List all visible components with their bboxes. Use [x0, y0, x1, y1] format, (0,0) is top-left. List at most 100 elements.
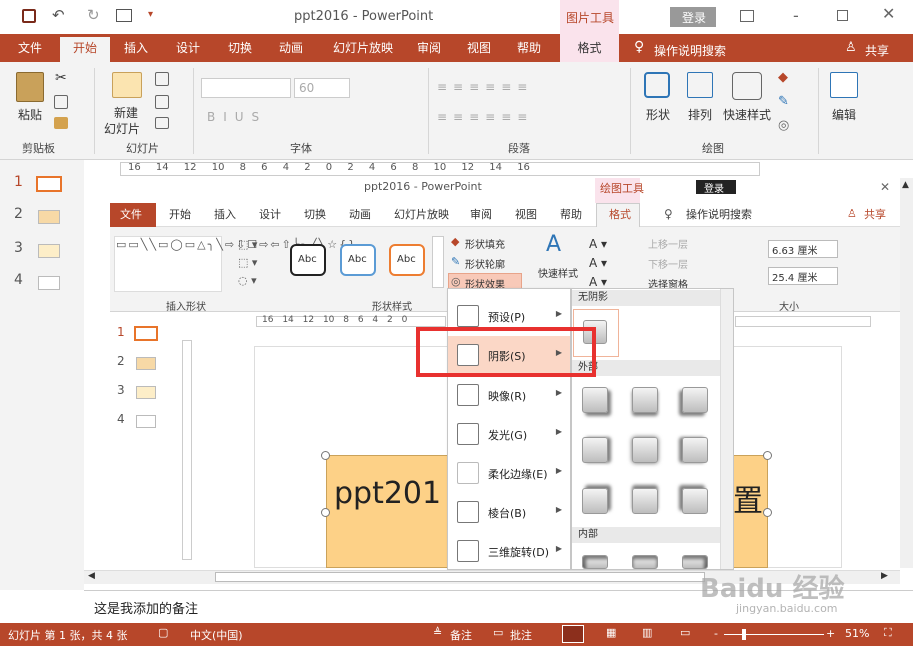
text-color-icons[interactable]: A ▾ A ▾ A ▾	[589, 235, 607, 292]
new-slide-label-2[interactable]: 幻灯片	[104, 120, 140, 137]
zoom-slider-thumb[interactable]	[742, 629, 746, 640]
inner-tab-help[interactable]: 帮助	[560, 203, 582, 227]
inner-thumb-3[interactable]	[136, 386, 156, 399]
shape-outline-icon[interactable]: ✎	[451, 255, 460, 268]
menu-item-soft-edges[interactable]: 柔化边缘(E) ▶	[448, 454, 570, 491]
tab-home[interactable]: 开始	[60, 34, 110, 62]
language[interactable]: 中文(中国)	[190, 627, 243, 643]
sorter-view-icon[interactable]: ▦	[606, 626, 616, 639]
shape-effects-icon[interactable]: ◎	[451, 275, 461, 288]
inner-share-icon[interactable]: ♙	[847, 207, 857, 220]
menu-item-glow[interactable]: 发光(G) ▶	[448, 415, 570, 452]
share-button[interactable]: 共享	[865, 42, 889, 59]
tab-help[interactable]: 帮助	[506, 34, 552, 62]
outer-shadow-4[interactable]	[582, 437, 608, 463]
font-format-icons[interactable]: BIUS	[207, 110, 267, 124]
zoom-slider[interactable]	[724, 634, 824, 635]
scroll-right-arrow[interactable]: ▶	[881, 571, 888, 581]
scroll-left-arrow[interactable]: ◀	[88, 571, 95, 581]
new-slide-icon[interactable]	[112, 72, 142, 98]
tab-file[interactable]: 文件	[0, 34, 60, 62]
outer-shadow-5[interactable]	[632, 437, 658, 463]
ribbon-display-icon[interactable]	[740, 10, 754, 22]
arrange-icon[interactable]	[687, 72, 713, 98]
resize-handle[interactable]	[321, 451, 330, 460]
inner-tab-review[interactable]: 审阅	[470, 203, 492, 227]
inner-thumb-1[interactable]	[134, 326, 158, 341]
maximize-icon[interactable]	[837, 10, 848, 21]
share-icon[interactable]: ♙	[845, 40, 857, 55]
shape-fill-button[interactable]: 形状填充	[465, 236, 505, 251]
shape-outline-button[interactable]: 形状轮廓	[465, 256, 505, 271]
outer-shadow-6[interactable]	[682, 437, 708, 463]
tab-design[interactable]: 设计	[165, 34, 211, 62]
style-gallery-scroll[interactable]	[432, 236, 444, 288]
scroll-thumb[interactable]	[215, 572, 705, 582]
shape-fill-icon[interactable]: ◆	[451, 235, 459, 248]
quick-style-label[interactable]: 快速样式	[723, 106, 771, 123]
outer-shadow-3[interactable]	[682, 387, 708, 413]
slide-thumb-4[interactable]	[38, 276, 60, 290]
search-icon[interactable]	[830, 72, 858, 98]
resize-handle[interactable]	[763, 508, 772, 517]
inner-tab-format[interactable]: 格式	[609, 203, 631, 227]
inner-tab-design[interactable]: 设计	[259, 203, 281, 227]
align-icons[interactable]: ≡≡≡≡≡≡	[437, 110, 533, 124]
edit-shape-icons[interactable]: ⬚ ▾ ⬚ ▾ ◌ ▾	[238, 236, 257, 290]
inner-tab-home[interactable]: 开始	[169, 203, 191, 227]
outer-shadow-8[interactable]	[632, 488, 658, 514]
scroll-up-arrow[interactable]: ▲	[902, 180, 909, 190]
notes-button[interactable]: 备注	[450, 627, 472, 643]
inner-shadow-1[interactable]	[582, 555, 608, 569]
paste-icon[interactable]	[16, 72, 44, 102]
inner-thumb-4[interactable]	[136, 415, 156, 428]
close-icon[interactable]: ✕	[882, 4, 895, 23]
cut-icon[interactable]: ✂	[55, 70, 67, 86]
layout-icon[interactable]	[155, 72, 169, 86]
spell-check-icon[interactable]: ▢	[158, 626, 168, 639]
qat-dropdown-icon[interactable]: ▾	[148, 9, 153, 20]
tab-slideshow[interactable]: 幻灯片放映	[322, 34, 404, 62]
format-painter-icon[interactable]	[54, 117, 68, 129]
inner-share[interactable]: 共享	[864, 203, 886, 227]
resize-handle[interactable]	[763, 451, 772, 460]
fit-to-window-icon[interactable]: ⛶	[884, 626, 892, 640]
shape-label[interactable]: 形状	[646, 106, 670, 123]
normal-view-icon[interactable]	[562, 625, 584, 643]
paste-label[interactable]: 粘贴	[18, 106, 42, 123]
comments-icon[interactable]: ▭	[493, 626, 503, 639]
outline-icon[interactable]: ✎	[778, 94, 789, 109]
effects-icon[interactable]: ◎	[778, 118, 789, 133]
reset-icon[interactable]	[155, 95, 169, 109]
inner-tab-transitions[interactable]: 切换	[304, 203, 326, 227]
font-name-field[interactable]	[201, 78, 291, 98]
inner-lightbulb-icon[interactable]: ♀	[664, 207, 673, 221]
present-icon[interactable]	[116, 9, 132, 22]
gallery-scrollbar[interactable]	[720, 289, 733, 569]
tab-view[interactable]: 视图	[456, 34, 502, 62]
send-backward[interactable]: 下移一层	[648, 256, 688, 271]
tab-review[interactable]: 审阅	[406, 34, 452, 62]
minimize-icon[interactable]: -	[793, 6, 799, 25]
inner-tab-slideshow[interactable]: 幻灯片放映	[394, 203, 449, 227]
shape-icon[interactable]	[644, 72, 670, 98]
inner-tell-me[interactable]: 操作说明搜索	[686, 203, 752, 227]
resize-handle[interactable]	[321, 508, 330, 517]
comments-button[interactable]: 批注	[510, 627, 532, 643]
notes-icon[interactable]: ≜	[433, 626, 442, 639]
quick-style-a-icon[interactable]: A	[546, 232, 561, 257]
reading-view-icon[interactable]: ▥	[642, 626, 652, 639]
section-icon[interactable]	[155, 117, 169, 129]
tab-animations[interactable]: 动画	[268, 34, 314, 62]
new-slide-label[interactable]: 新建	[114, 104, 138, 121]
slide-thumb-1[interactable]	[36, 176, 62, 192]
inner-thumb-2[interactable]	[136, 357, 156, 370]
bring-forward[interactable]: 上移一层	[648, 236, 688, 251]
redo-icon[interactable]: ↻	[87, 6, 100, 24]
copy-icon[interactable]	[54, 95, 68, 109]
inner-tab-insert[interactable]: 插入	[214, 203, 236, 227]
tab-insert[interactable]: 插入	[113, 34, 159, 62]
scrollbar-right[interactable]	[900, 178, 913, 568]
inner-tab-file[interactable]: 文件	[120, 203, 142, 227]
tab-format[interactable]: 格式	[560, 34, 619, 62]
